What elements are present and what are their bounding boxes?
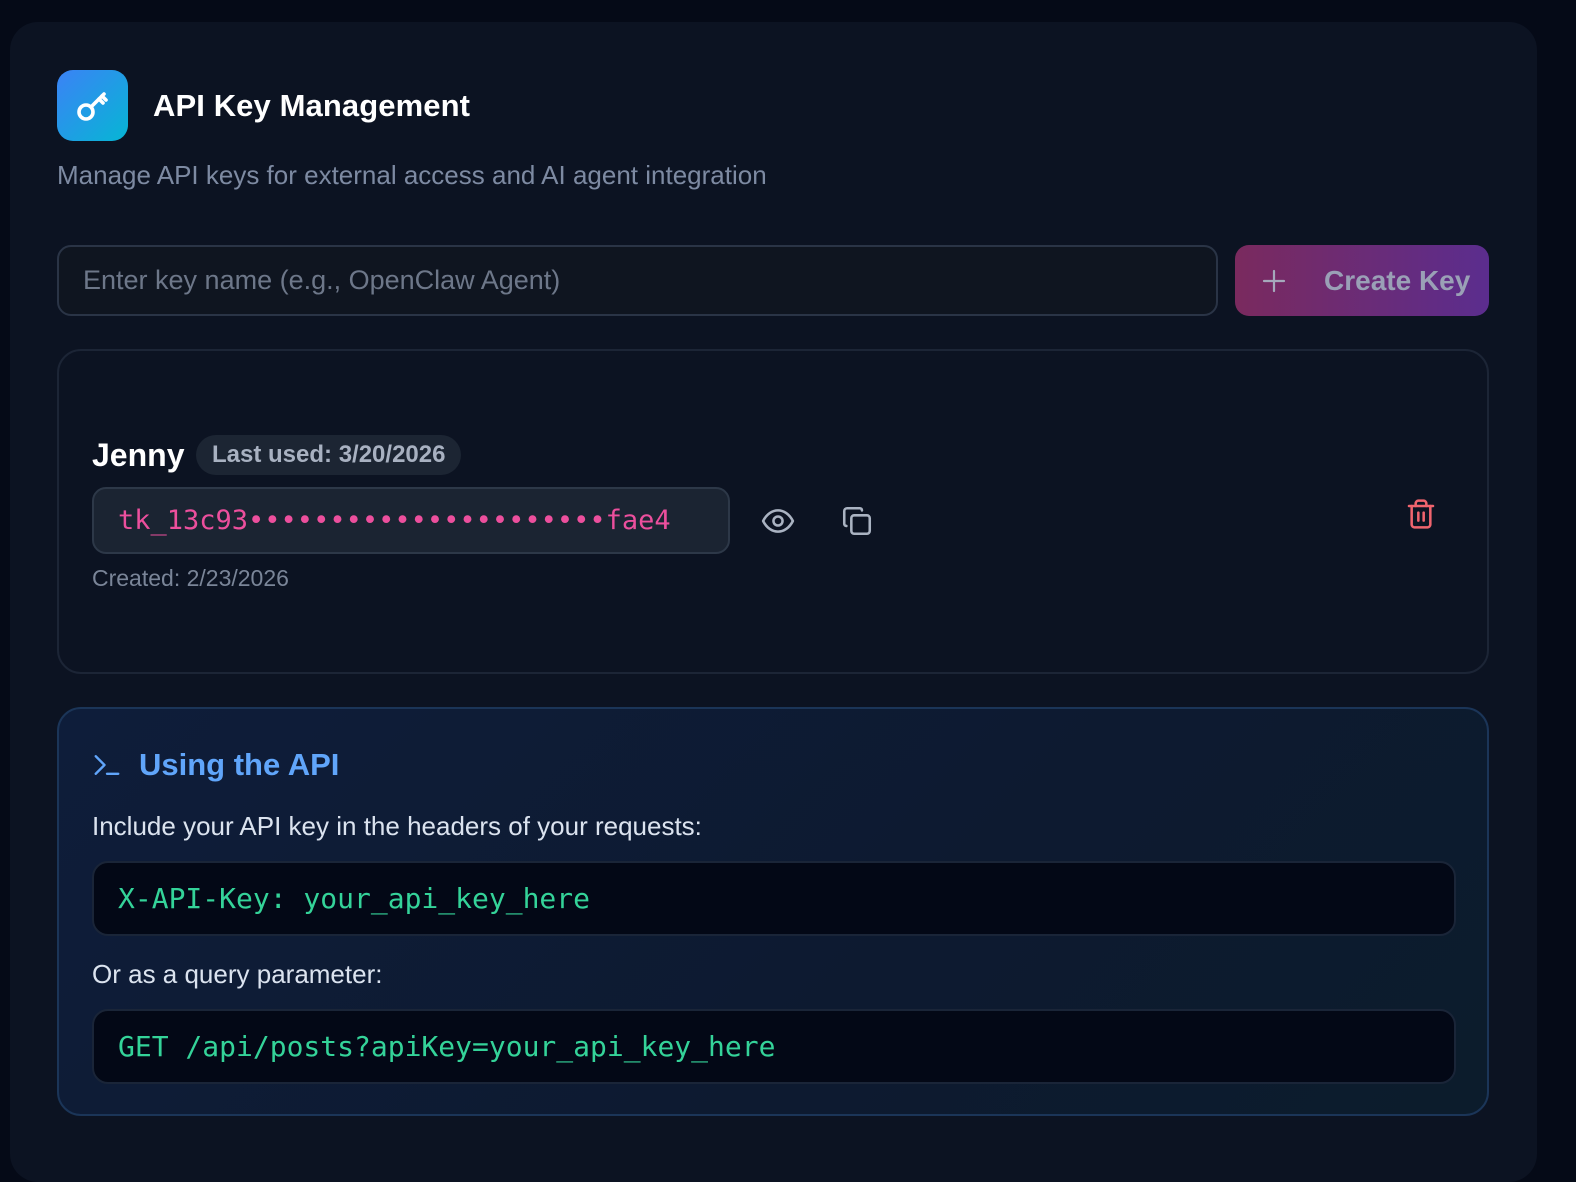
copy-key-button[interactable] — [835, 499, 879, 543]
create-key-button[interactable]: Create Key — [1235, 245, 1489, 316]
api-usage-heading: Using the API — [92, 747, 339, 783]
key-name-input[interactable] — [57, 245, 1218, 316]
query-instruction: Or as a query parameter: — [92, 959, 383, 989]
api-usage-title: Using the API — [139, 747, 340, 782]
key-icon — [57, 70, 128, 141]
query-code-block: GET /api/posts?apiKey=your_api_key_here — [92, 1009, 1456, 1084]
plus-icon — [1262, 269, 1286, 292]
header-code: X-API-Key: your_api_key_here — [118, 882, 591, 915]
api-key-list: Jenny Last used: 3/20/2026 tk_13c93•••••… — [57, 349, 1489, 674]
terminal-icon — [94, 755, 120, 775]
api-key-management-panel: API Key Management Manage API keys for e… — [10, 22, 1537, 1182]
trash-icon — [1407, 499, 1435, 529]
header-code-block: X-API-Key: your_api_key_here — [92, 861, 1456, 936]
masked-key: tk_13c93••••••••••••••••••••••fae4 — [118, 505, 671, 536]
reveal-key-button[interactable] — [756, 499, 800, 543]
eye-icon — [761, 509, 795, 533]
query-code: GET /api/posts?apiKey=your_api_key_here — [118, 1030, 776, 1063]
page-title: API Key Management — [153, 87, 471, 123]
page-subtitle: Manage API keys for external access and … — [57, 160, 767, 190]
last-used-badge: Last used: 3/20/2026 — [196, 435, 462, 475]
create-key-label: Create Key — [1324, 264, 1471, 296]
key-name: Jenny — [92, 437, 185, 473]
header-instruction: Include your API key in the headers of y… — [92, 811, 702, 841]
delete-key-button[interactable] — [1399, 492, 1443, 536]
panel-header: API Key Management — [57, 70, 470, 141]
key-value-field[interactable]: tk_13c93••••••••••••••••••••••fae4 — [92, 487, 730, 554]
api-usage-card: Using the API Include your API key in th… — [57, 707, 1489, 1116]
created-date: Created: 2/23/2026 — [92, 565, 289, 591]
copy-icon — [842, 506, 872, 536]
